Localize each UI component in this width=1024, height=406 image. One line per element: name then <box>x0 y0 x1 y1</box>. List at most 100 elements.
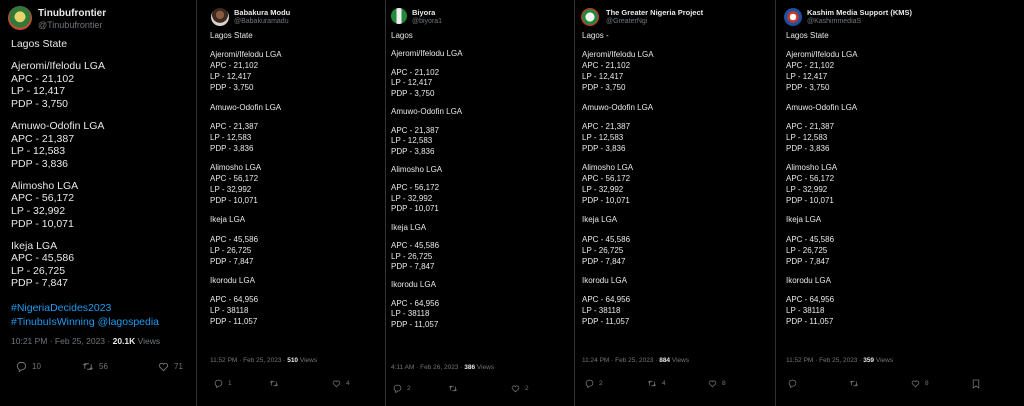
time-text: 10:21 PM · Feb 25, 2023 · <box>11 336 113 346</box>
tweet-line: LP - 12,417 <box>11 85 66 98</box>
avatar[interactable] <box>784 8 802 26</box>
views-count: 510 <box>287 357 299 364</box>
reply-button[interactable] <box>788 379 802 388</box>
tweet-line: PDP - 7,847 <box>786 256 830 266</box>
tweet-line: Alimosho LGA <box>210 163 262 172</box>
like-button[interactable]: 2 <box>511 384 529 393</box>
tweet-line: Lagos - <box>582 31 609 40</box>
time-text: 11:52 PM · Feb 25, 2023 · <box>786 357 864 364</box>
tweet-timestamp[interactable]: 11:52 PM · Feb 25, 2023 · 510 Views <box>210 357 317 364</box>
tweet-line: PDP - 3,836 <box>786 143 830 153</box>
tweet-line: APC - 45,586 <box>582 234 631 244</box>
like-icon <box>332 380 341 388</box>
tweet-line: APC - 45,586 <box>786 234 835 244</box>
author-handle[interactable]: @biyora1 <box>412 18 442 25</box>
avatar[interactable] <box>391 8 407 24</box>
author-name[interactable]: Kashim Media Support (KMS) <box>807 8 912 17</box>
tweet-line: PDP - 3,836 <box>391 146 435 156</box>
hashtag-link[interactable]: #TinubuIsWinning @lagospedia <box>11 316 159 328</box>
views-count: 884 <box>659 357 671 364</box>
tweet-line: APC - 56,172 <box>11 192 75 205</box>
tweet-line: LP - 12,583 <box>11 145 66 158</box>
tweet-line: Ikeja LGA <box>391 222 427 232</box>
retweet-button[interactable]: 4 <box>647 379 666 388</box>
like-count: 4 <box>346 380 350 387</box>
like-icon <box>911 380 920 388</box>
tweet-line: PDP - 10,071 <box>391 204 439 214</box>
like-button[interactable]: 4 <box>332 379 350 388</box>
retweet-icon <box>83 363 93 370</box>
hashtag-link[interactable]: #NigeriaDecides2023 <box>11 302 111 314</box>
tweet-line: LP - 32,992 <box>391 193 433 203</box>
tweet-line: LP - 38118 <box>210 306 249 315</box>
like-button[interactable]: 8 <box>708 379 726 388</box>
like-icon <box>511 385 520 393</box>
tweet-line: Ajeromi/Ifelodu LGA <box>210 50 282 60</box>
tweet-line: PDP - 10,071 <box>786 196 834 205</box>
tweet-line: APC - 64,956 <box>786 295 835 304</box>
tweet-timestamp[interactable]: 11:52 PM · Feb 25, 2023 · 359 Views <box>786 357 893 364</box>
author-name[interactable]: Tinubufrontier <box>38 8 106 19</box>
tweet-timestamp[interactable]: 11:24 PM · Feb 25, 2023 · 884 Views <box>582 357 689 364</box>
tweet-line: PDP - 3,750 <box>582 83 626 93</box>
tweet-line: Amuwo-Odofin LGA <box>391 107 463 117</box>
author-name[interactable]: Babakura Modu <box>234 8 290 17</box>
tweet-line: Alimosho LGA <box>786 163 838 172</box>
tweet-line: APC - 21,387 <box>11 132 75 145</box>
tweet-line: Ajeromi/Ifelodu LGA <box>786 50 858 60</box>
retweet-button[interactable] <box>849 379 864 388</box>
tweet-line: LP - 26,725 <box>786 245 828 255</box>
author-name[interactable]: Biyora <box>412 8 435 17</box>
avatar[interactable] <box>8 6 32 30</box>
author-handle[interactable]: @KashimmediaS <box>807 18 861 25</box>
bookmark-button[interactable] <box>972 379 980 389</box>
views-label: Views <box>475 364 495 371</box>
tweet-line: APC - 64,956 <box>391 298 440 308</box>
retweet-button[interactable]: 56 <box>82 361 108 372</box>
tweet-line: PDP - 7,847 <box>210 256 254 266</box>
tweet-line: APC - 21,102 <box>391 67 440 77</box>
tweet-line: LP - 12,417 <box>582 72 624 82</box>
like-count: 2 <box>525 385 529 392</box>
avatar[interactable] <box>581 8 599 26</box>
tweet-line: PDP - 11,057 <box>786 317 834 326</box>
tweet-line: Ikeja LGA <box>786 215 822 225</box>
reply-button[interactable]: 1 <box>214 379 232 388</box>
tweet-line: APC - 45,586 <box>11 252 75 265</box>
tweet-line: LP - 12,583 <box>210 132 252 142</box>
reply-button[interactable]: 10 <box>16 361 41 372</box>
reply-count: 2 <box>599 380 603 387</box>
tweet-line: PDP - 11,057 <box>391 319 439 329</box>
retweet-button[interactable] <box>269 379 284 388</box>
tweet-line: Lagos State <box>11 38 68 50</box>
like-button[interactable]: 8 <box>911 379 929 388</box>
views-count: 359 <box>863 357 875 364</box>
views-count: 20.1K <box>112 336 136 346</box>
retweet-icon <box>269 380 279 387</box>
tweet-timestamp[interactable]: 10:21 PM · Feb 25, 2023 · 20.1K Views <box>11 336 160 346</box>
retweet-button[interactable] <box>448 384 463 393</box>
tweet-card-biyora: Biyora @biyora1 Lagos Ajeromi/Ifelodu LGA… <box>386 0 574 406</box>
author-handle[interactable]: @GreaterNgi <box>606 18 647 25</box>
author-handle[interactable]: @Babakuramadu <box>234 18 289 25</box>
reply-button[interactable]: 2 <box>585 379 603 388</box>
tweet-line: LP - 32,992 <box>11 204 66 217</box>
tweet-line: APC - 56,172 <box>786 174 835 183</box>
tweet-line: Amuwo-Odofin LGA <box>210 102 282 112</box>
avatar[interactable] <box>211 8 229 26</box>
tweet-line: Amuwo-Odofin LGA <box>786 102 858 112</box>
retweet-icon <box>647 380 657 387</box>
tweet-line: Ikeja LGA <box>582 215 618 225</box>
tweet-line: APC - 21,102 <box>786 61 835 71</box>
author-handle[interactable]: @Tinubufrontier <box>38 20 102 30</box>
author-name[interactable]: The Greater Nigeria Project <box>606 8 703 17</box>
like-button[interactable]: 71 <box>158 361 183 372</box>
reply-button[interactable]: 2 <box>393 384 411 393</box>
tweet-line: Alimosho LGA <box>582 163 634 172</box>
tweet-line: PDP - 10,071 <box>582 196 630 205</box>
tweet-line: APC - 56,172 <box>210 174 259 183</box>
tweet-timestamp[interactable]: 4:11 AM · Feb 26, 2023 · 386 Views <box>391 364 494 371</box>
tweet-line: APC - 45,586 <box>391 241 440 250</box>
tweet-line: Lagos <box>391 31 413 40</box>
views-count: 386 <box>464 364 476 371</box>
